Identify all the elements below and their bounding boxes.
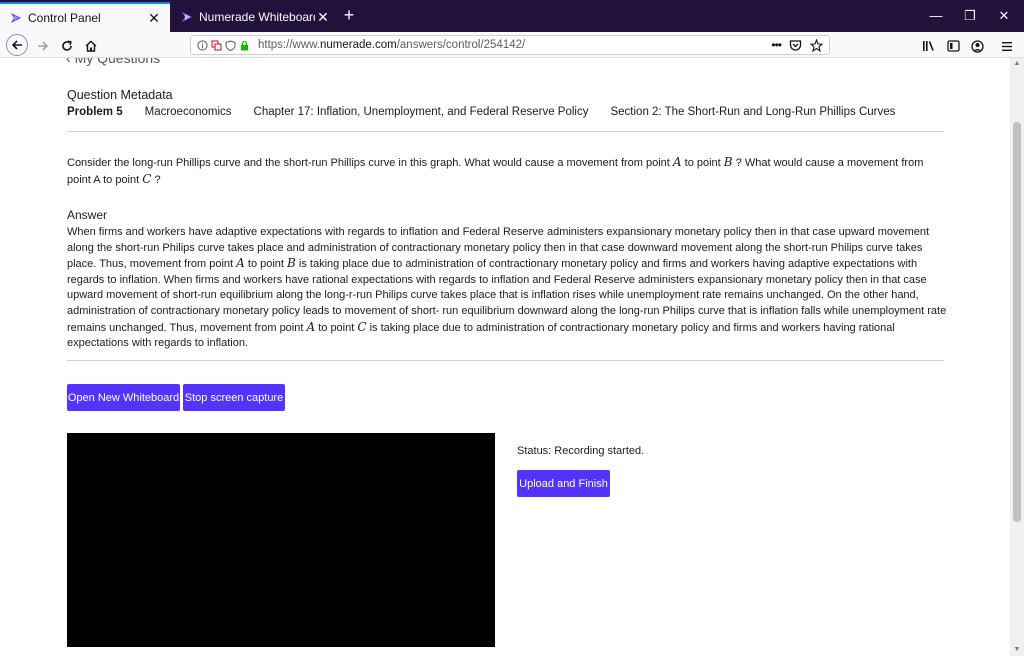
numerade-logo-icon — [182, 12, 192, 22]
metadata-title: Question Metadata — [67, 88, 173, 102]
library-icon[interactable] — [918, 35, 940, 57]
answer-title: Answer — [67, 208, 108, 222]
tab-label: Numerade Whiteboard — [199, 10, 315, 24]
info-icon[interactable] — [197, 39, 208, 51]
address-bar[interactable]: https://www.numerade.com/answers/control… — [190, 35, 830, 55]
url-path: /answers/control/254142/ — [396, 39, 526, 51]
answer-part: to point — [315, 321, 358, 334]
url-prefix: https://www. — [258, 39, 320, 51]
section: Section 2: The Short-Run and Long-Run Ph… — [610, 106, 896, 118]
question-part: to point — [681, 157, 724, 169]
my-questions-link[interactable]: ‹ My Questions — [66, 58, 160, 66]
window-close-icon[interactable]: ✕ — [994, 8, 1014, 24]
back-arrow-icon[interactable] — [6, 34, 28, 56]
question-text: Consider the long-run Phillips curve and… — [67, 154, 947, 188]
tab-label: Control Panel — [28, 11, 101, 25]
bookmark-star-icon[interactable] — [810, 38, 823, 52]
scroll-thumb[interactable] — [1013, 122, 1021, 522]
pocket-icon[interactable] — [789, 39, 802, 52]
minimize-icon[interactable]: — — [926, 8, 946, 24]
lock-icon[interactable] — [239, 40, 250, 51]
tab-control-panel[interactable]: Control Panel ✕ — [0, 2, 170, 32]
open-new-whiteboard-button[interactable]: Open New Whiteboard — [67, 384, 180, 411]
math-var: B — [723, 155, 733, 169]
page-content: ‹ My Questions Question Metadata Problem… — [0, 58, 1010, 656]
url-text[interactable]: https://www.numerade.com/answers/control… — [258, 39, 525, 51]
forward-arrow-icon[interactable] — [32, 35, 54, 57]
question-part: ? — [151, 174, 161, 186]
divider — [67, 360, 944, 361]
navigation-toolbar: https://www.numerade.com/answers/control… — [0, 32, 1024, 58]
menu-hamburger-icon[interactable] — [996, 35, 1018, 57]
more-actions-icon[interactable]: ••• — [771, 38, 782, 52]
page-scrollbar[interactable]: ▲ ▼ — [1010, 58, 1024, 656]
problem-number: Problem 5 — [67, 106, 123, 118]
url-security-icons — [197, 39, 250, 51]
math-var: A — [236, 256, 245, 271]
math-var: A — [672, 155, 682, 169]
permissions-icon[interactable] — [211, 40, 222, 51]
numerade-logo-icon — [11, 13, 21, 23]
scroll-down-icon[interactable]: ▼ — [1013, 646, 1021, 654]
url-domain: numerade.com — [320, 39, 397, 51]
stop-screen-capture-button[interactable]: Stop screen capture — [183, 384, 285, 411]
math-var: B — [287, 256, 296, 271]
reload-icon[interactable] — [56, 35, 78, 57]
new-tab-plus-icon[interactable]: + — [341, 6, 357, 24]
tracking-shield-icon[interactable] — [225, 39, 236, 51]
subject: Macroeconomics — [144, 106, 232, 118]
math-var: A — [306, 319, 316, 334]
metadata-row: Problem 5 Macroeconomics Chapter 17: Inf… — [67, 106, 895, 118]
home-icon[interactable] — [80, 35, 102, 57]
answer-part: to point — [244, 258, 288, 271]
account-icon[interactable] — [966, 35, 988, 57]
math-var: C — [357, 319, 367, 334]
close-icon[interactable]: ✕ — [315, 9, 331, 25]
recording-status: Status: Recording started. — [517, 445, 645, 457]
my-questions-label: My Questions — [74, 58, 161, 66]
restore-icon[interactable]: ❐ — [960, 8, 980, 24]
tab-numerade-whiteboard[interactable]: Numerade Whiteboard ✕ — [171, 2, 339, 32]
screen-capture-preview — [67, 433, 495, 647]
close-icon[interactable]: ✕ — [146, 10, 162, 26]
chapter: Chapter 17: Inflation, Unemployment, and… — [253, 106, 589, 118]
tab-strip: Control Panel ✕ Numerade Whiteboard ✕ + … — [0, 0, 1024, 32]
divider — [67, 131, 944, 132]
sidebar-icon[interactable] — [942, 35, 964, 57]
scroll-up-icon[interactable]: ▲ — [1013, 60, 1021, 68]
upload-and-finish-button[interactable]: Upload and Finish — [517, 470, 610, 497]
answer-text: When firms and workers have adaptive exp… — [67, 225, 947, 352]
question-part: Consider the long-run Phillips curve and… — [67, 157, 673, 169]
